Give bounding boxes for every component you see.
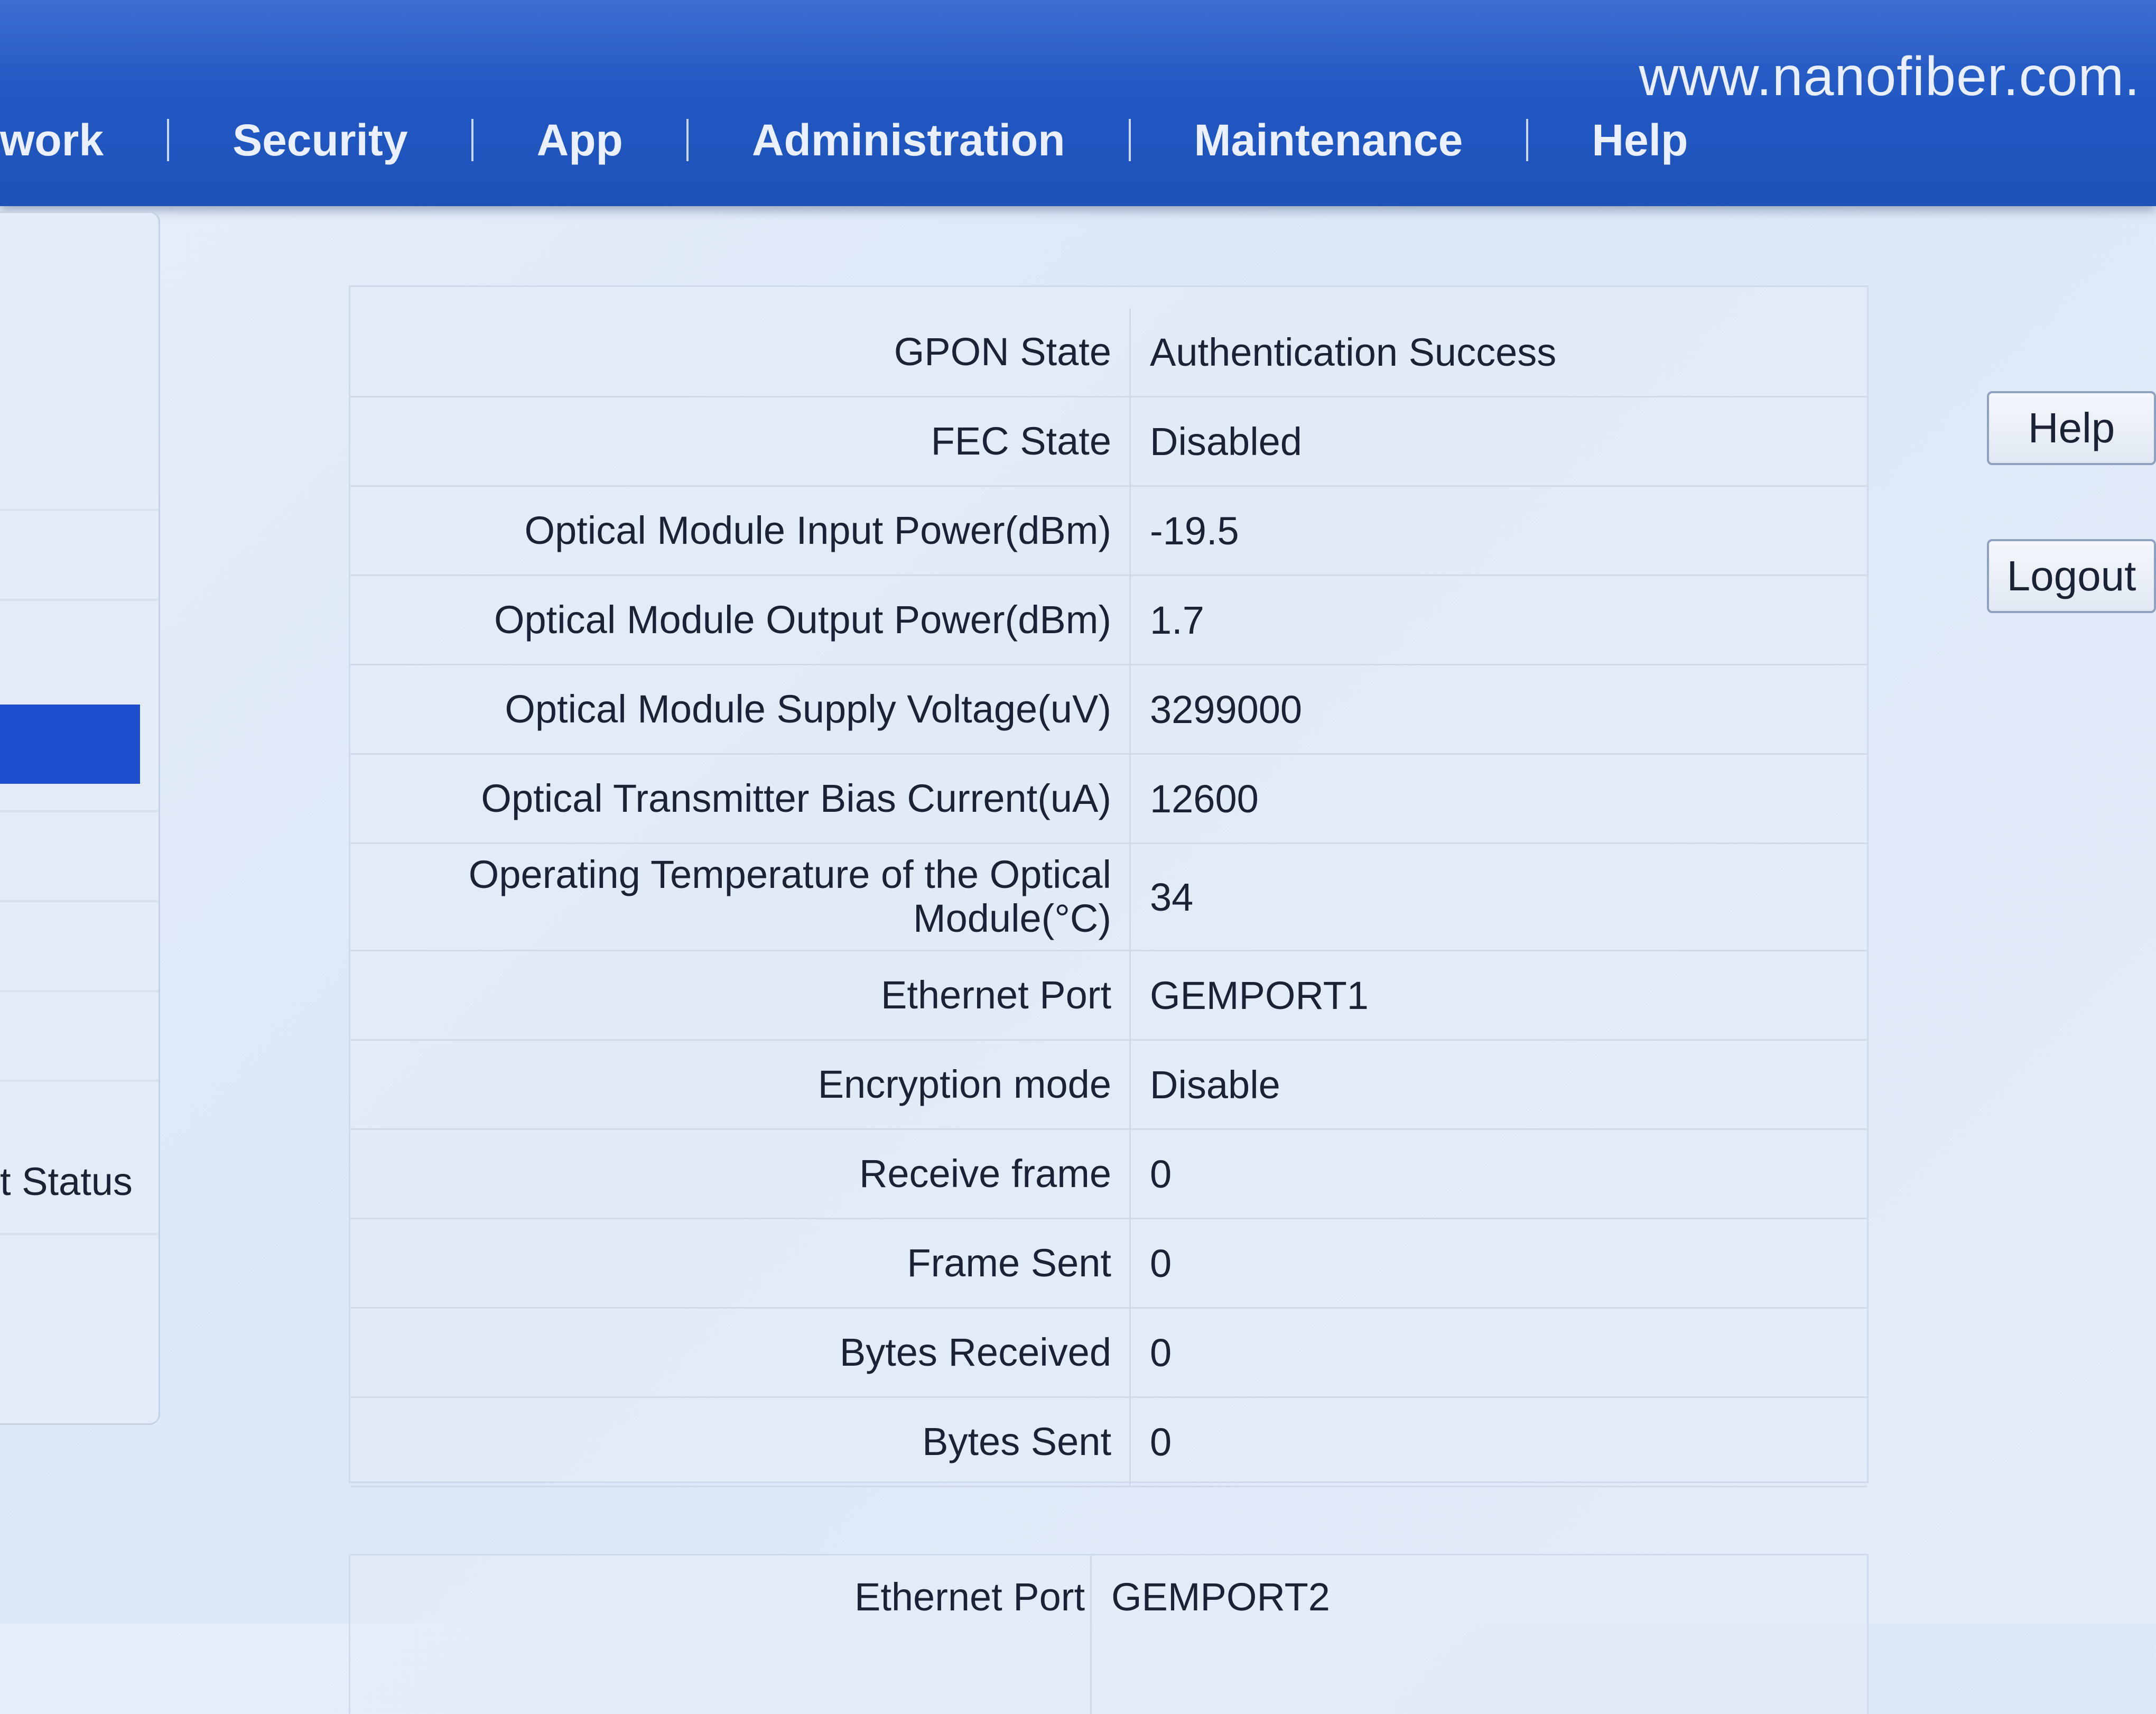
table-row: Operating Temperature of the Optical Mod… bbox=[350, 843, 1867, 951]
nav-maintenance[interactable]: Maintenance bbox=[1131, 115, 1527, 166]
row-label: FEC State bbox=[350, 396, 1131, 487]
row-label: Frame Sent bbox=[350, 1218, 1131, 1309]
gpon-info-table: GPON State Authentication Success FEC St… bbox=[350, 308, 1867, 1487]
row-label: Encryption mode bbox=[350, 1040, 1131, 1130]
table-row: Bytes Received 0 bbox=[350, 1308, 1867, 1398]
table-row: Optical Module Input Power(dBm) -19.5 bbox=[350, 486, 1867, 576]
row-value: 3299000 bbox=[1130, 664, 1867, 755]
sidebar-divider bbox=[0, 509, 159, 511]
sidebar-item-status[interactable]: t Status bbox=[0, 1159, 133, 1204]
row-label: Bytes Received bbox=[350, 1308, 1131, 1398]
sidebar-divider bbox=[0, 810, 159, 812]
table-row: FEC State Disabled bbox=[350, 396, 1867, 487]
sidebar-divider bbox=[0, 900, 159, 902]
row-value: 0 bbox=[1130, 1308, 1867, 1398]
nav-app[interactable]: App bbox=[473, 115, 686, 166]
table-row: Frame Sent 0 bbox=[350, 1218, 1867, 1309]
row-value: 34 bbox=[1130, 843, 1867, 951]
gemport2-panel: Ethernet Port GEMPORT2 bbox=[349, 1554, 1869, 1714]
sidebar-divider bbox=[0, 599, 159, 601]
left-sidebar: t Status bbox=[0, 211, 160, 1425]
row-value: Authentication Success bbox=[1130, 308, 1867, 397]
row-label: Optical Module Input Power(dBm) bbox=[350, 486, 1131, 576]
table-row: Bytes Sent 0 bbox=[350, 1397, 1867, 1487]
row-label: GPON State bbox=[350, 308, 1131, 397]
table-row: Receive frame 0 bbox=[350, 1129, 1867, 1219]
table-row: Ethernet Port GEMPORT1 bbox=[350, 950, 1867, 1041]
row-value: GEMPORT2 bbox=[1111, 1575, 1330, 1619]
row-value: -19.5 bbox=[1130, 486, 1867, 576]
table-row: Encryption mode Disable bbox=[350, 1040, 1867, 1130]
row-value: 0 bbox=[1130, 1397, 1867, 1487]
column-divider bbox=[1090, 1555, 1092, 1714]
main-nav: work Security App Administration Mainten… bbox=[0, 100, 2156, 180]
nav-security[interactable]: Security bbox=[169, 115, 471, 166]
table-row: Optical Module Supply Voltage(uV) 329900… bbox=[350, 664, 1867, 755]
row-value: Disable bbox=[1130, 1040, 1867, 1130]
sidebar-item-active[interactable] bbox=[0, 705, 140, 784]
row-value: 12600 bbox=[1130, 754, 1867, 844]
logout-button[interactable]: Logout bbox=[1987, 539, 2156, 613]
sidebar-divider bbox=[0, 1233, 159, 1235]
table-row: GPON State Authentication Success bbox=[350, 308, 1867, 397]
sidebar-divider bbox=[0, 990, 159, 992]
row-value: Disabled bbox=[1130, 396, 1867, 487]
row-label: Optical Transmitter Bias Current(uA) bbox=[350, 754, 1131, 844]
row-value: 0 bbox=[1130, 1129, 1867, 1219]
row-label: Optical Module Supply Voltage(uV) bbox=[350, 664, 1131, 755]
nav-help[interactable]: Help bbox=[1528, 115, 1751, 166]
top-header: www.nanofiber.com. work Security App Adm… bbox=[0, 0, 2156, 206]
table-row: Optical Transmitter Bias Current(uA) 126… bbox=[350, 754, 1867, 844]
table-row: Optical Module Output Power(dBm) 1.7 bbox=[350, 575, 1867, 665]
sidebar-divider bbox=[0, 1080, 159, 1082]
help-button[interactable]: Help bbox=[1987, 391, 2156, 465]
row-label: Receive frame bbox=[350, 1129, 1131, 1219]
row-label: Optical Module Output Power(dBm) bbox=[350, 575, 1131, 665]
row-label: Operating Temperature of the Optical Mod… bbox=[350, 843, 1131, 951]
brand-url: www.nanofiber.com. bbox=[1639, 46, 2140, 107]
row-value: GEMPORT1 bbox=[1130, 950, 1867, 1041]
nav-network[interactable]: work bbox=[0, 115, 167, 166]
row-label: Ethernet Port bbox=[350, 950, 1131, 1041]
row-value: 1.7 bbox=[1130, 575, 1867, 665]
row-label: Bytes Sent bbox=[350, 1397, 1131, 1487]
row-value: 0 bbox=[1130, 1218, 1867, 1309]
nav-administration[interactable]: Administration bbox=[689, 115, 1129, 166]
gpon-info-panel: GPON State Authentication Success FEC St… bbox=[349, 285, 1869, 1487]
row-label: Ethernet Port bbox=[854, 1575, 1085, 1619]
